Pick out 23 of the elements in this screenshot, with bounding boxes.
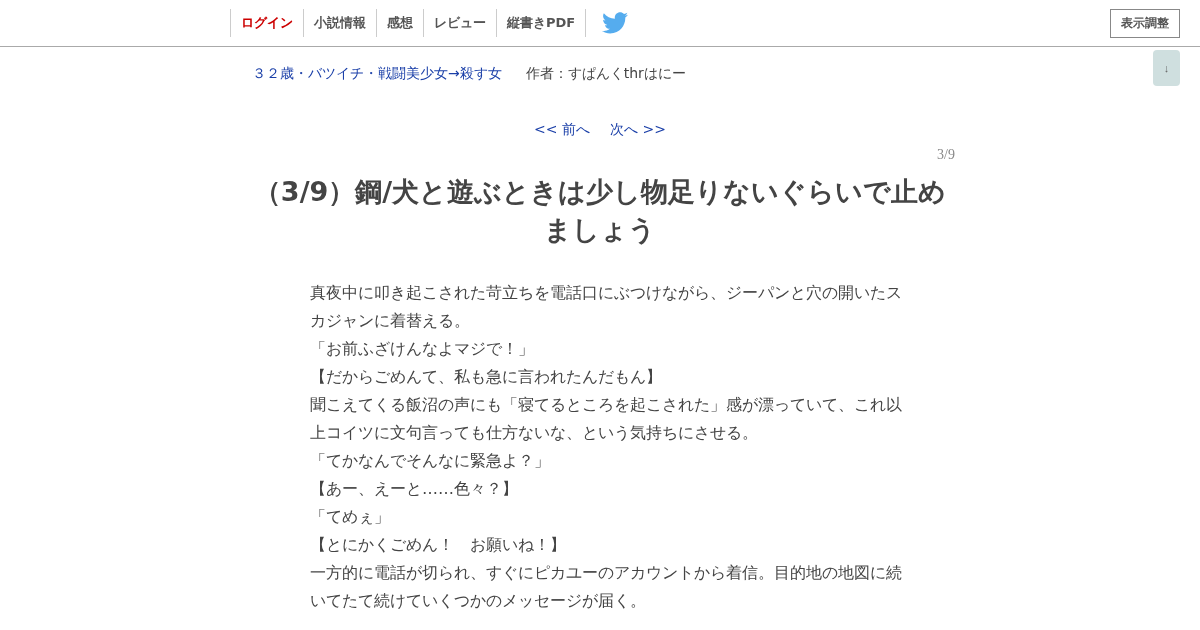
story-paragraph: 聞こえてくる飯沼の声にも「寝てるところを起こされた」感が漂っていて、これ以上コイツに文句言っても仕方ないな、という気持ちにさせる。 bbox=[310, 394, 902, 444]
novel-title-link[interactable]: ３２歳・バツイチ・戦闘美少女→殺す女 bbox=[252, 65, 502, 83]
page-number: 3/9 bbox=[937, 147, 955, 162]
nav-link[interactable]: ログイン bbox=[230, 9, 303, 37]
story-paragraph: 「てめぇ」 bbox=[310, 506, 391, 528]
story-paragraph: 【だからごめんて、私も急に言われたんだもん】 bbox=[310, 366, 663, 388]
nav-link[interactable]: レビュー bbox=[423, 9, 496, 37]
next-link[interactable]: 次へ >> bbox=[610, 121, 666, 139]
story-paragraph: 一方的に電話が切られ、すぐにピカユーのアカウントから着信。目的地の地図に続いてたて続けていくつかのメッセージが届く。 bbox=[310, 562, 902, 612]
nav-link[interactable]: 縦書きPDF bbox=[496, 9, 586, 37]
scroll-down-button[interactable]: ↓ bbox=[1153, 50, 1180, 86]
previous-link[interactable]: << 前へ bbox=[534, 121, 590, 139]
story-paragraph: 【あー、えーと……色々？】 bbox=[310, 478, 519, 500]
story-paragraph: 真夜中に叩き起こされた苛立ちを電話口にぶつけながら、ジーパンと穴の開いたスカジャンに着替える。 bbox=[310, 282, 902, 332]
story-paragraph: 【とにかくごめん！ お願いね！】 bbox=[310, 534, 567, 556]
author-name: 作者：すぱんくthrはにー bbox=[525, 65, 686, 83]
story-paragraph: 「お前ふざけんなよマジで！」 bbox=[310, 338, 535, 360]
story-paragraph: 「てかなんでそんなに緊急よ？」 bbox=[310, 450, 551, 472]
display-settings-button[interactable]: 表示調整 bbox=[1110, 8, 1180, 38]
nav-link[interactable]: 小説情報 bbox=[303, 9, 376, 37]
chapter-title: （3/9）鋼/犬と遊ぶときは少し物足りないぐらいで止めましょう bbox=[252, 175, 948, 247]
bird-icon[interactable] bbox=[602, 12, 629, 34]
nav-link[interactable]: 感想 bbox=[376, 9, 423, 37]
